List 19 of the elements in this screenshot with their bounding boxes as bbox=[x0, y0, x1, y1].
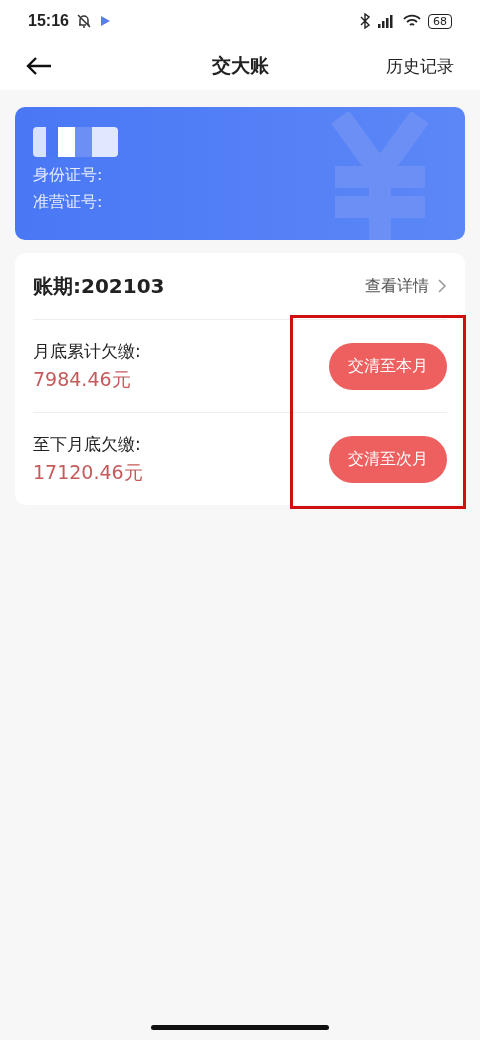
bluetooth-icon bbox=[360, 13, 370, 29]
page-title: 交大账 bbox=[211, 53, 269, 78]
history-link[interactable]: 历史记录 bbox=[386, 54, 454, 78]
id-field-label: 准营证号: bbox=[33, 191, 104, 213]
details-link[interactable]: 查看详情 bbox=[365, 275, 447, 297]
chevron-right-icon bbox=[437, 278, 447, 294]
bill-period: 账期:202103 bbox=[33, 272, 165, 300]
id-field-label: 身份证号: bbox=[33, 164, 104, 186]
signal-icon bbox=[376, 13, 396, 29]
status-time: 15:16 bbox=[28, 12, 69, 30]
wifi-icon bbox=[402, 13, 422, 29]
back-arrow-icon[interactable] bbox=[26, 56, 52, 76]
arrears-amount: 17120.46元 bbox=[33, 459, 143, 485]
battery-icon: 68 bbox=[428, 13, 452, 29]
arrears-label: 月底累计欠缴: bbox=[33, 339, 141, 363]
arrears-amount: 7984.46元 bbox=[33, 366, 132, 392]
bell-off-icon bbox=[74, 12, 93, 30]
arrears-label: 至下月底欠缴: bbox=[33, 432, 142, 456]
play-icon bbox=[98, 15, 111, 27]
